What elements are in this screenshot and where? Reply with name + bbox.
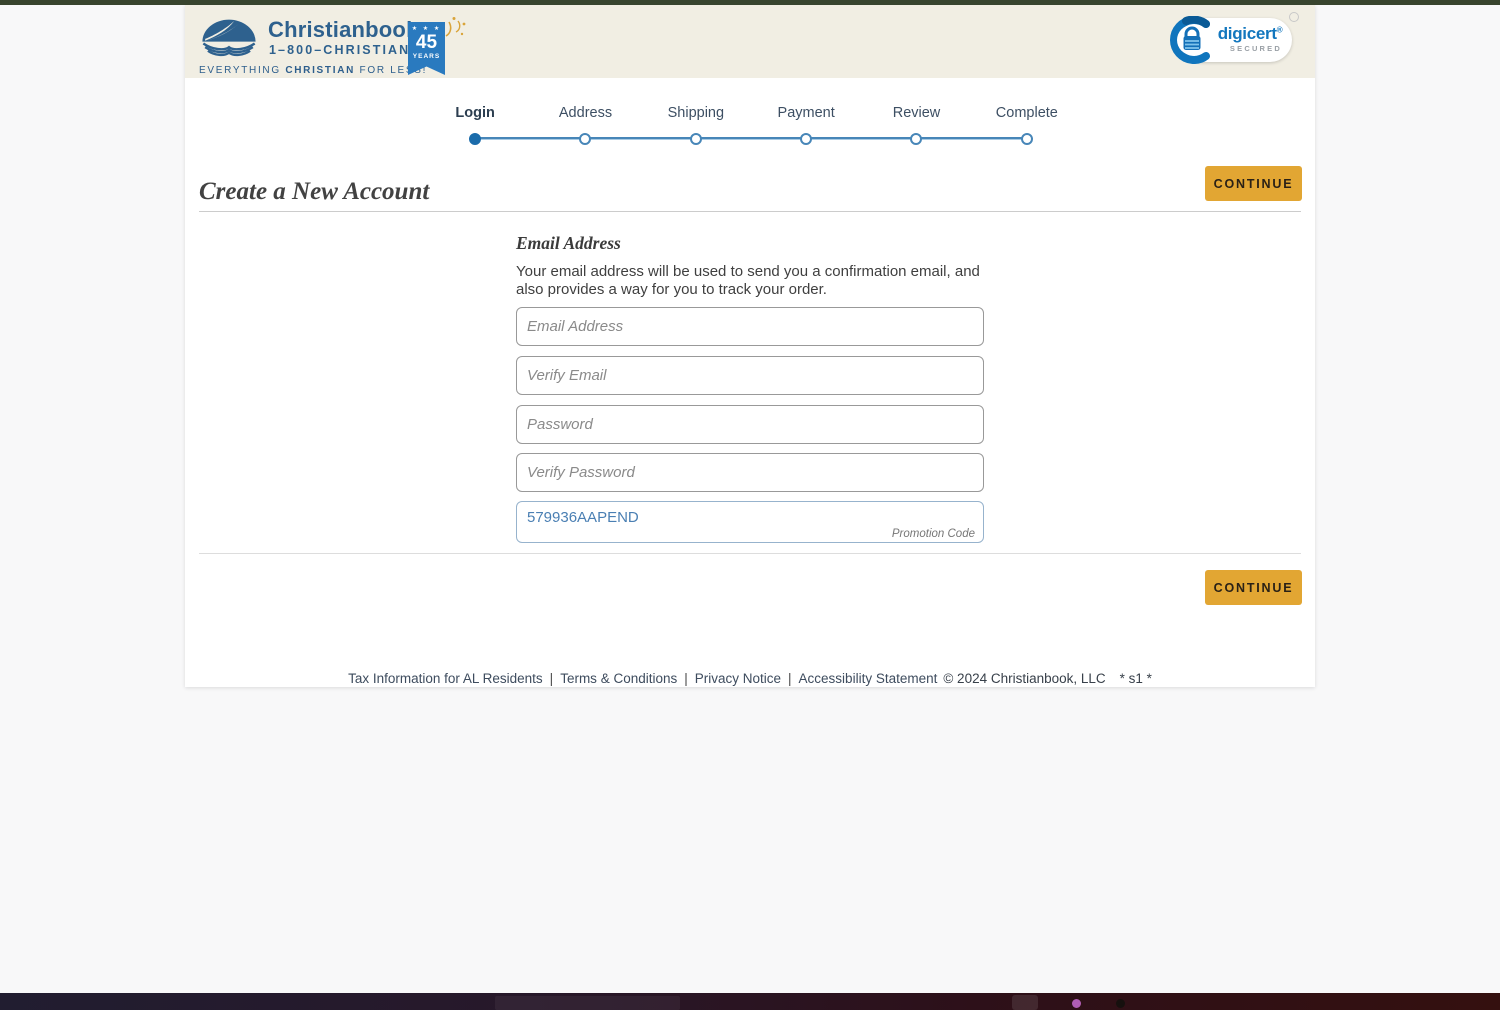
taskbar[interactable] xyxy=(0,993,1500,1010)
stepper-step-shipping: Shipping xyxy=(641,103,751,145)
stepper-step-payment: Payment xyxy=(751,103,861,145)
section-divider xyxy=(199,553,1301,554)
seal-info-icon xyxy=(1289,12,1299,22)
logo-brand-text: Christianbook xyxy=(268,17,419,42)
promotion-code-field: Promotion Code xyxy=(516,501,984,543)
stepper-step-review: Review xyxy=(861,103,971,145)
footer-link-accessibility[interactable]: Accessibility Statement xyxy=(781,671,937,686)
site-header: Christianbook 1–800–CHRISTIAN. EVERYTHIN… xyxy=(185,5,1315,78)
confetti-icon xyxy=(445,17,466,37)
top-accent-line xyxy=(0,0,1500,5)
step-dot-payment xyxy=(800,133,813,145)
taskbar-app-icon[interactable] xyxy=(1012,995,1038,1010)
open-book-logo-icon xyxy=(202,19,256,57)
verify-email-input[interactable] xyxy=(516,356,984,395)
footer-link-tax-info[interactable]: Tax Information for AL Residents xyxy=(348,671,543,686)
site-footer: Tax Information for AL ResidentsTerms & … xyxy=(185,671,1315,686)
continue-button-bottom[interactable]: CONTINUE xyxy=(1205,570,1302,605)
logo-tagline: EVERYTHING CHRISTIAN FOR LESS! xyxy=(199,65,428,76)
email-address-heading: Email Address xyxy=(516,233,621,253)
email-address-input[interactable] xyxy=(516,307,984,346)
digicert-lock-icon xyxy=(1170,16,1210,64)
password-input[interactable] xyxy=(516,405,984,444)
digicert-secured-seal[interactable]: digicert® SECURED xyxy=(1168,16,1292,64)
footer-link-terms[interactable]: Terms & Conditions xyxy=(543,671,678,686)
step-dot-complete xyxy=(1020,133,1033,145)
taskbar-dark-icon[interactable] xyxy=(1116,999,1125,1008)
email-description: Your email address will be used to send … xyxy=(516,263,980,298)
step-dot-review xyxy=(910,133,923,145)
footer-copyright: © 2024 Christianbook, LLC xyxy=(943,671,1106,686)
taskbar-pink-icon[interactable] xyxy=(1072,999,1081,1008)
continue-button-top[interactable]: CONTINUE xyxy=(1205,166,1302,201)
title-divider xyxy=(199,211,1301,212)
step-dot-login xyxy=(469,133,482,145)
badge-number: 45 xyxy=(415,32,438,53)
logo-phone-text: 1–800–CHRISTIAN. xyxy=(269,43,416,57)
checkout-page-container: Christianbook 1–800–CHRISTIAN. EVERYTHIN… xyxy=(185,5,1315,687)
badge-years: YEARS xyxy=(412,53,441,60)
step-dot-shipping xyxy=(689,133,702,145)
stepper-step-login: Login xyxy=(420,103,530,145)
page-title: Create a New Account xyxy=(199,178,430,205)
footer-suffix: * s1 * xyxy=(1119,671,1152,686)
stepper-step-complete: Complete xyxy=(972,103,1082,145)
footer-link-privacy[interactable]: Privacy Notice xyxy=(677,671,781,686)
taskbar-highlight-strip xyxy=(495,996,680,1010)
checkout-progress-stepper: Login Address Shipping Payment Review Co… xyxy=(420,103,1082,145)
verify-password-input[interactable] xyxy=(516,453,984,492)
promotion-code-input[interactable] xyxy=(516,501,984,543)
stepper-step-address: Address xyxy=(530,103,640,145)
step-dot-address xyxy=(579,133,592,145)
digicert-text: digicert® SECURED xyxy=(1217,24,1283,53)
christianbook-logo[interactable]: Christianbook 1–800–CHRISTIAN. EVERYTHIN… xyxy=(198,12,466,76)
